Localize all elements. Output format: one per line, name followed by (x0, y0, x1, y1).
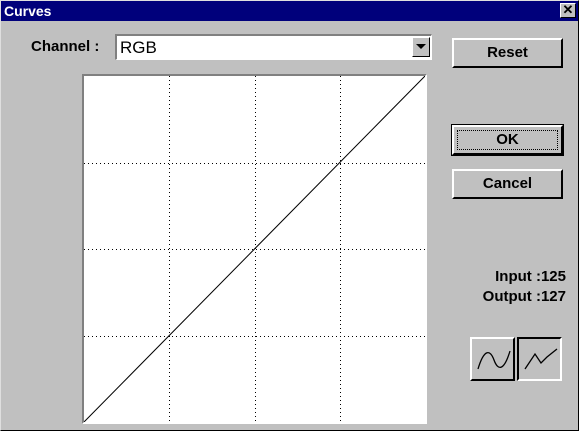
curve-graph[interactable] (82, 74, 427, 424)
smooth-curve-icon (477, 350, 511, 370)
input-label: Input : (495, 268, 541, 285)
close-button[interactable]: ✕ (560, 3, 576, 18)
output-readout: Output :127 (483, 288, 566, 305)
chevron-down-icon (416, 44, 426, 49)
output-value: 127 (540, 288, 566, 305)
title-bar: Curves ✕ (1, 1, 578, 21)
close-icon: ✕ (562, 2, 574, 17)
smooth-curve-button[interactable] (470, 337, 515, 381)
tone-curve-line[interactable] (84, 76, 425, 422)
input-readout: Input :125 (495, 268, 566, 285)
cancel-button[interactable]: Cancel (452, 169, 563, 199)
window-title: Curves (4, 3, 52, 19)
reset-button[interactable]: Reset (452, 38, 563, 68)
ok-button[interactable]: OK (451, 124, 564, 156)
channel-select[interactable]: RGB (115, 34, 432, 60)
focus-rect (457, 130, 558, 150)
curves-dialog: Curves ✕ Channel : RGB Reset OK Cancel I… (0, 0, 579, 431)
channel-label: Channel : (31, 38, 100, 55)
output-label: Output : (482, 288, 541, 305)
curve-canvas[interactable] (84, 76, 425, 422)
channel-dropdown-button[interactable] (412, 37, 430, 57)
input-value: 125 (540, 268, 566, 285)
channel-selected-value: RGB (120, 38, 157, 57)
polyline-curve-icon (524, 348, 558, 370)
polyline-curve-button[interactable] (517, 337, 562, 381)
